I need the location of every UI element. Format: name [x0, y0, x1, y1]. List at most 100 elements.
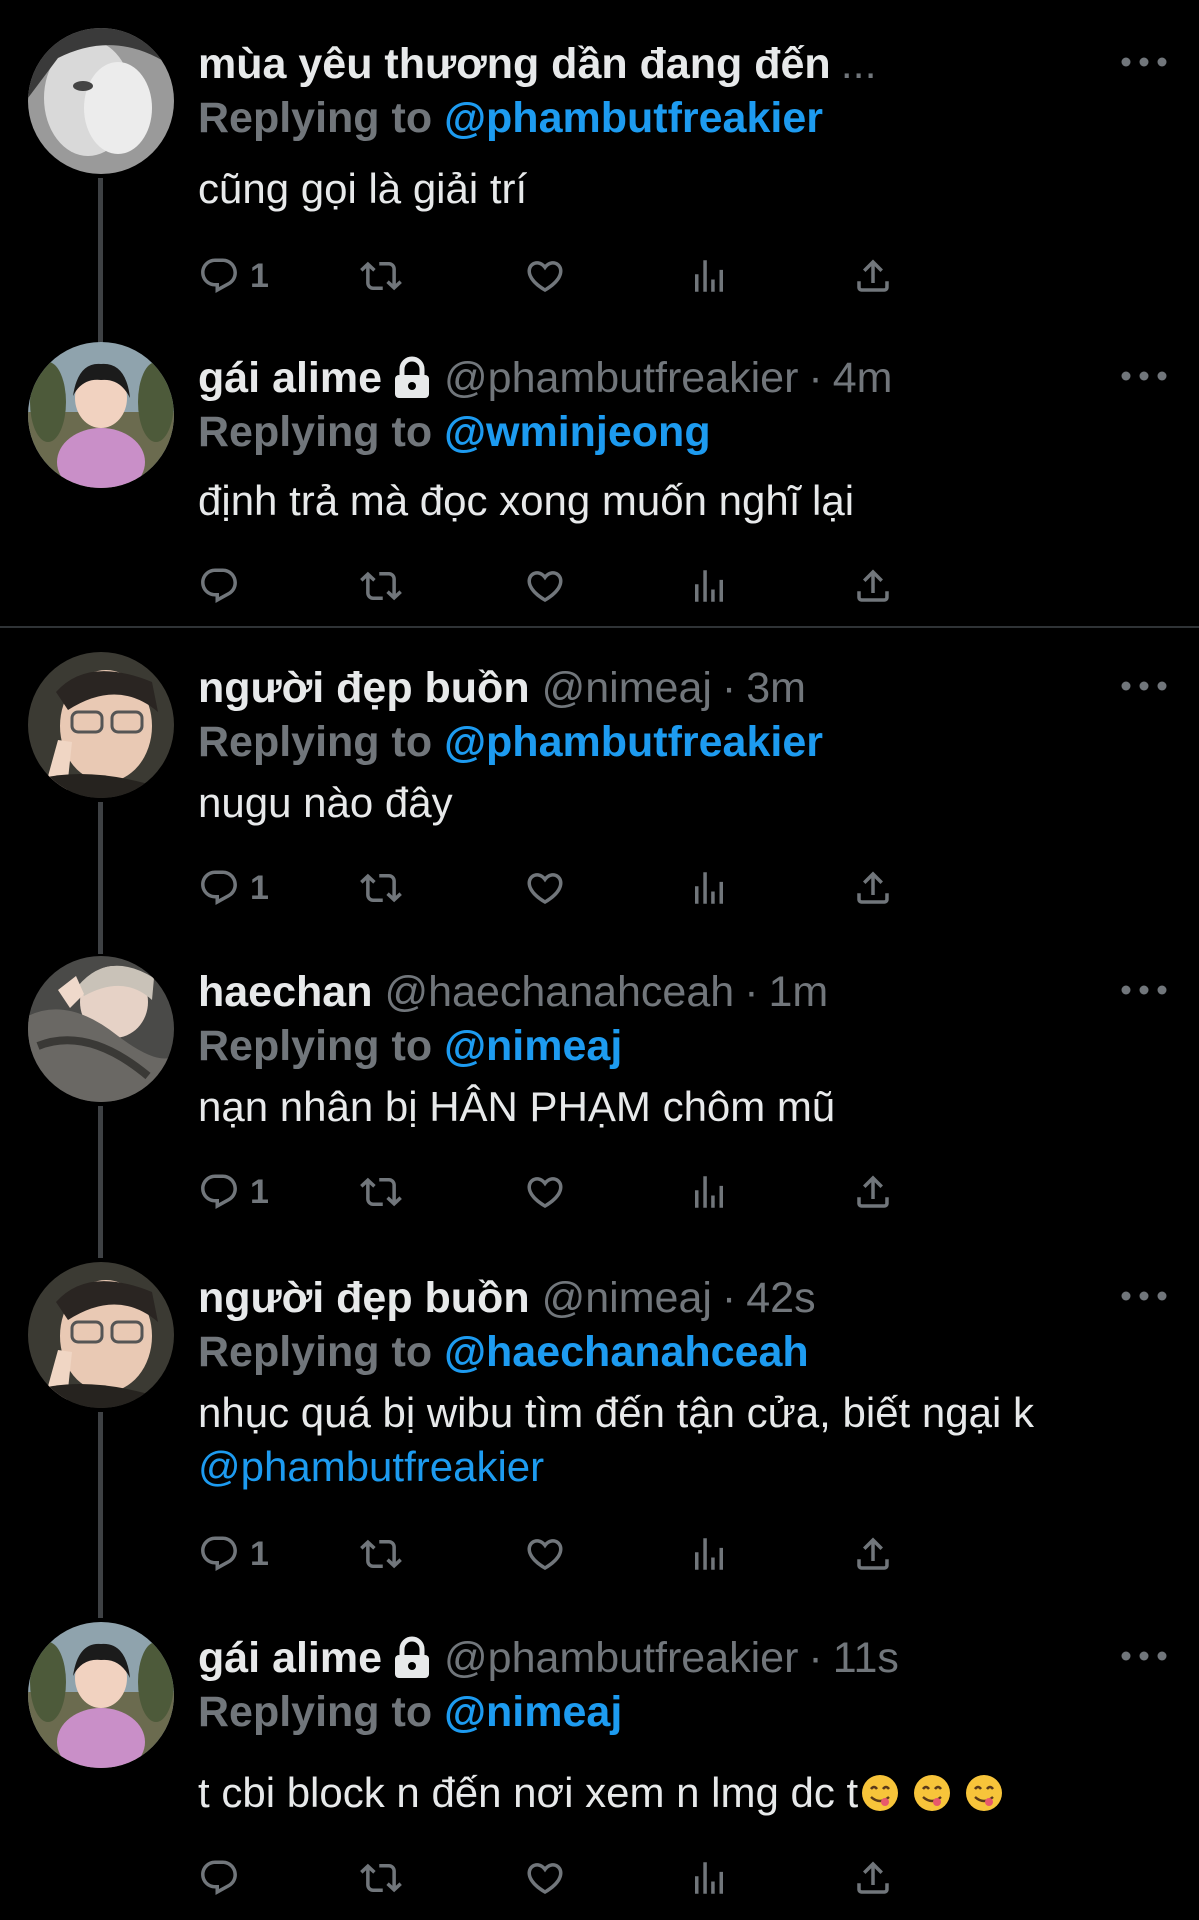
share-icon [857, 871, 889, 904]
like-button[interactable] [524, 1848, 566, 1908]
reply-icon [201, 568, 237, 603]
avatar[interactable] [28, 28, 174, 174]
tweet-text-row: t cbi block n đến nơi xem n lmg dc t [198, 1766, 1004, 1820]
retweet-icon [360, 873, 402, 903]
avatar[interactable] [28, 342, 174, 488]
views-button[interactable] [688, 556, 730, 616]
retweet-button[interactable] [360, 1848, 402, 1908]
avatar[interactable] [28, 652, 174, 798]
views-button[interactable] [688, 1162, 730, 1222]
share-icon [857, 1537, 889, 1570]
retweet-button[interactable] [360, 1162, 402, 1222]
share-button[interactable] [852, 556, 894, 616]
timestamp[interactable]: 4m [833, 350, 893, 406]
more-options-icon[interactable] [1117, 42, 1171, 82]
action-bar: 1 [198, 1162, 1098, 1222]
views-icon [695, 1862, 723, 1894]
reply-button[interactable]: 1 [198, 858, 269, 918]
thread-line [98, 802, 103, 954]
replying-to-mention[interactable]: @nimeaj [444, 1022, 622, 1070]
tweet-text: nugu nào đây [198, 779, 453, 826]
face-savoring-food-emoji [914, 1775, 951, 1811]
timestamp[interactable]: 11s [833, 1630, 899, 1686]
like-button[interactable] [524, 858, 566, 918]
handle[interactable]: @phambutfreakier [444, 350, 798, 406]
reply-button[interactable] [198, 556, 250, 616]
share-button[interactable] [852, 1848, 894, 1908]
more-options-icon[interactable] [1117, 1636, 1171, 1676]
replying-to: Replying to @haechanahceah [198, 1324, 809, 1380]
avatar[interactable] [28, 1262, 174, 1408]
replying-to-mention[interactable]: @phambutfreakier [444, 718, 823, 766]
action-bar: 1 [198, 858, 1098, 918]
avatar[interactable] [28, 956, 174, 1102]
views-button[interactable] [688, 246, 730, 306]
retweet-button[interactable] [360, 858, 402, 918]
share-button[interactable] [852, 858, 894, 918]
thread-line [98, 1412, 103, 1618]
like-icon [527, 1539, 563, 1571]
retweet-icon [360, 571, 402, 601]
display-name[interactable]: haechan [198, 964, 372, 1020]
reply-button[interactable]: 1 [198, 1524, 269, 1584]
like-button[interactable] [524, 246, 566, 306]
reply-button[interactable]: 1 [198, 246, 269, 306]
tweet-text: t cbi block n đến nơi xem n lmg dc t [198, 1769, 859, 1816]
timestamp[interactable]: 1m [769, 964, 829, 1020]
like-icon [527, 1863, 563, 1895]
reply-button[interactable] [198, 1848, 250, 1908]
retweet-button[interactable] [360, 556, 402, 616]
name-truncation: ... [840, 40, 877, 88]
display-name[interactable]: gái alime [198, 350, 382, 406]
replying-to-label: Replying to [198, 1328, 433, 1376]
share-button[interactable] [852, 246, 894, 306]
reply-thread: mùa yêu thương dần đang đến ... Replying… [0, 0, 1199, 1920]
more-options-icon[interactable] [1117, 970, 1171, 1010]
display-name[interactable]: người đẹp buồn [198, 1270, 530, 1326]
views-button[interactable] [688, 1848, 730, 1908]
handle[interactable]: @phambutfreakier [444, 1630, 798, 1686]
display-name[interactable]: mùa yêu thương dần đang đến [198, 36, 831, 92]
display-name[interactable]: người đẹp buồn [198, 660, 530, 716]
views-button[interactable] [688, 1524, 730, 1584]
lock-icon [395, 1636, 430, 1678]
share-button[interactable] [852, 1524, 894, 1584]
like-button[interactable] [524, 556, 566, 616]
handle[interactable]: @nimeaj [542, 1270, 712, 1326]
tweet-text: định trả mà đọc xong muốn nghĩ lại [198, 477, 855, 524]
more-options-icon[interactable] [1117, 356, 1171, 396]
replying-to-label: Replying to [198, 94, 433, 142]
replying-to: Replying to @nimeaj [198, 1684, 622, 1740]
share-icon [857, 1861, 889, 1894]
replying-to-mention[interactable]: @wminjeong [444, 408, 710, 456]
like-icon [527, 1177, 563, 1209]
views-icon [695, 872, 723, 904]
action-bar: 1 [198, 1524, 1098, 1584]
separator: · [744, 968, 759, 1016]
action-bar [198, 1848, 1098, 1908]
like-button[interactable] [524, 1162, 566, 1222]
timestamp[interactable]: 42s [746, 1270, 815, 1326]
thread-line [98, 1106, 103, 1258]
retweet-button[interactable] [360, 246, 402, 306]
views-button[interactable] [688, 858, 730, 918]
handle[interactable]: @nimeaj [542, 660, 712, 716]
like-button[interactable] [524, 1524, 566, 1584]
views-icon [695, 570, 723, 602]
more-options-icon[interactable] [1117, 666, 1171, 706]
tweet-mention[interactable]: @phambutfreakier [198, 1440, 544, 1494]
more-options-icon[interactable] [1117, 1276, 1171, 1316]
timestamp[interactable]: 3m [746, 660, 806, 716]
thread-line [98, 178, 103, 352]
retweet-button[interactable] [360, 1524, 402, 1584]
handle[interactable]: @haechanahceah [384, 964, 734, 1020]
avatar[interactable] [28, 1622, 174, 1768]
reply-count: 1 [250, 1172, 269, 1211]
display-name[interactable]: gái alime [198, 1630, 382, 1686]
replying-to-mention[interactable]: @phambutfreakier [444, 94, 823, 142]
replying-to-mention[interactable]: @nimeaj [444, 1688, 622, 1736]
reply-button[interactable]: 1 [198, 1162, 269, 1222]
replying-to-mention[interactable]: @haechanahceah [444, 1328, 809, 1376]
action-bar [198, 556, 1098, 616]
share-button[interactable] [852, 1162, 894, 1222]
